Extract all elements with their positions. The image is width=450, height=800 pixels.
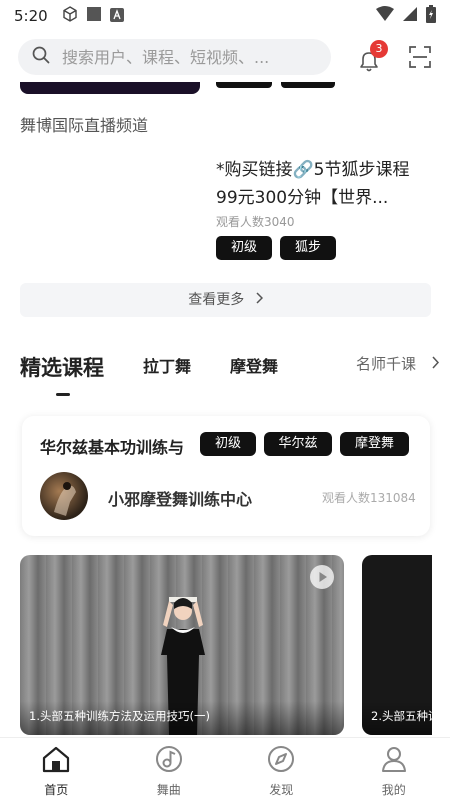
video-card[interactable]: 1.头部五种训练方法及运用技巧(一) [20, 555, 344, 735]
top-bar: 3 [0, 32, 450, 82]
search-icon [32, 46, 50, 68]
previous-course-tag [216, 82, 272, 88]
video-card[interactable]: 2.头部五种训 [362, 555, 432, 735]
tab-featured-courses[interactable]: 精选课程 [20, 352, 104, 382]
featured-course-card[interactable]: 华尔兹基本功训练与 初级 华尔兹 摩登舞 小邪摩登舞训练中心 观看人数13108… [22, 416, 430, 536]
avatar[interactable] [40, 472, 88, 520]
video-caption: 2.头部五种训 [362, 701, 432, 735]
nav-music-label: 舞曲 [156, 783, 181, 797]
play-icon[interactable] [310, 565, 334, 589]
nav-discover-label: 发现 [269, 783, 294, 797]
video-caption: 1.头部五种训练方法及运用技巧(一) [20, 701, 344, 735]
chevron-right-icon [431, 355, 439, 373]
course-view-count: 观看人数3040 [216, 215, 295, 229]
course-title[interactable]: *购买链接🔗5节狐步课程99元300分钟【世界... [216, 156, 416, 212]
tab-master-courses-label: 名师千课 [356, 355, 417, 373]
a-badge-icon [109, 7, 124, 26]
home-icon [41, 744, 71, 778]
square-icon [86, 6, 102, 26]
notification-badge: 3 [370, 40, 388, 58]
previous-course-thumbnail[interactable] [20, 82, 200, 94]
bottom-nav: 首页 舞曲 发现 我的 [0, 737, 450, 800]
battery-icon [426, 5, 436, 27]
course-tag: 初级 [216, 236, 272, 260]
wifi-icon [376, 6, 394, 26]
chevron-right-icon [255, 283, 263, 317]
search-input[interactable] [62, 47, 302, 67]
course-tag: 狐步 [280, 236, 336, 260]
previous-course-tag [281, 82, 335, 88]
nav-home[interactable]: 首页 [0, 738, 113, 800]
signal-icon [402, 6, 418, 26]
compass-icon [266, 744, 296, 778]
featured-tag: 华尔兹 [264, 432, 332, 456]
featured-tag: 初级 [200, 432, 256, 456]
tab-latin-dance[interactable]: 拉丁舞 [143, 353, 191, 377]
tab-indicator [56, 393, 70, 396]
featured-tag: 摩登舞 [340, 432, 409, 456]
featured-course-title: 华尔兹基本功训练与 [40, 438, 185, 457]
search-box[interactable] [18, 39, 331, 75]
tab-master-courses[interactable]: 名师千课 [356, 353, 439, 374]
scan-icon [408, 46, 432, 73]
status-time: 5:20 [14, 7, 48, 25]
status-bar: 5:20 [0, 0, 450, 32]
nav-home-label: 首页 [44, 783, 69, 797]
nav-discover[interactable]: 发现 [225, 738, 338, 800]
profile-icon [379, 744, 409, 778]
scan-button[interactable] [408, 45, 434, 71]
featured-view-count: 观看人数131084 [322, 491, 416, 505]
nav-profile[interactable]: 我的 [338, 738, 450, 800]
cube-icon [62, 6, 78, 26]
see-more-label: 查看更多 [188, 292, 245, 308]
see-more-button[interactable]: 查看更多 [20, 283, 431, 317]
channel-label[interactable]: 舞博国际直播频道 [20, 112, 148, 136]
music-icon [154, 744, 184, 778]
nav-music[interactable]: 舞曲 [113, 738, 226, 800]
nav-profile-label: 我的 [381, 783, 406, 797]
featured-org-name[interactable]: 小邪摩登舞训练中心 [108, 486, 252, 510]
tab-modern-dance[interactable]: 摩登舞 [230, 353, 278, 377]
notification-button[interactable]: 3 [356, 40, 388, 72]
